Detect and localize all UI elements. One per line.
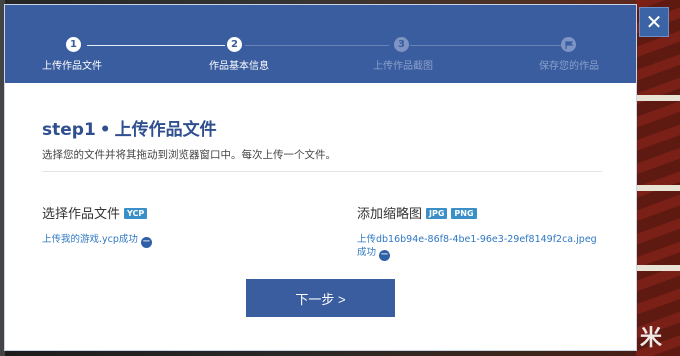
ycp-format-badge: YCP (124, 208, 148, 219)
thumbnail-field-label: 添加缩略图 JPG PNG (357, 203, 477, 222)
step-number-badge: 3 (394, 37, 409, 52)
close-icon: ✕ (645, 10, 663, 34)
instructions-text: 选择您的文件并将其拖动到浏览器窗口中。每次上传一个文件。 (42, 149, 336, 161)
step-label: 作品基本信息 (209, 61, 269, 72)
remove-thumbnail-icon[interactable]: − (379, 250, 391, 261)
step-connector (87, 45, 225, 46)
step-connector (410, 45, 562, 46)
stepper-bar: 1 上传作品文件 2 作品基本信息 3 上传作品截图 保存您的作品 (5, 5, 636, 83)
scene-strip (636, 95, 680, 101)
flag-icon (561, 37, 576, 52)
section-title: step1 • 上传作品文件 (42, 115, 217, 140)
thumbnail-label-text: 添加缩略图 (357, 207, 423, 222)
upload-dialog: 1 上传作品文件 2 作品基本信息 3 上传作品截图 保存您的作品 step1 •… (5, 5, 636, 350)
file-field-label: 选择作品文件 YCP (42, 203, 148, 222)
png-format-badge: PNG (451, 208, 477, 219)
jpg-format-badge: JPG (426, 208, 448, 219)
file-label-text: 选择作品文件 (42, 207, 121, 222)
thumbnail-upload-status: 上传db16b94e-86f8-4be1-96e3-29ef8149f2ca.j… (357, 233, 627, 261)
step-label: 上传作品文件 (42, 61, 102, 72)
thumbnail-status-line1[interactable]: 上传db16b94e-86f8-4be1-96e3-29ef8149f2ca.j… (357, 233, 627, 246)
thumbnail-status-text[interactable]: 成功 (357, 247, 376, 258)
step-id: step1 (42, 120, 96, 140)
close-button[interactable]: ✕ (639, 7, 669, 37)
step-connector (245, 45, 389, 46)
step-label: 上传作品截图 (373, 61, 433, 72)
step-number-badge: 1 (66, 37, 81, 52)
thumbnail-status-line2: 成功 − (357, 246, 627, 261)
step-label: 保存您的作品 (539, 61, 599, 72)
scene-strip (636, 185, 680, 191)
scene-strip (636, 265, 680, 271)
background-right-scene (636, 0, 680, 356)
section-title-text: 上传作品文件 (114, 120, 217, 140)
watermark-logo: 米 (640, 326, 663, 351)
next-step-button[interactable]: 下一步 > (246, 279, 395, 317)
remove-file-icon[interactable]: − (140, 237, 152, 248)
title-separator: • (99, 120, 111, 140)
divider (42, 171, 602, 172)
file-status-text[interactable]: 上传我的游戏.ycp成功 (42, 234, 138, 245)
file-upload-status: 上传我的游戏.ycp成功 − (42, 233, 152, 248)
step-number-badge: 2 (227, 37, 242, 52)
